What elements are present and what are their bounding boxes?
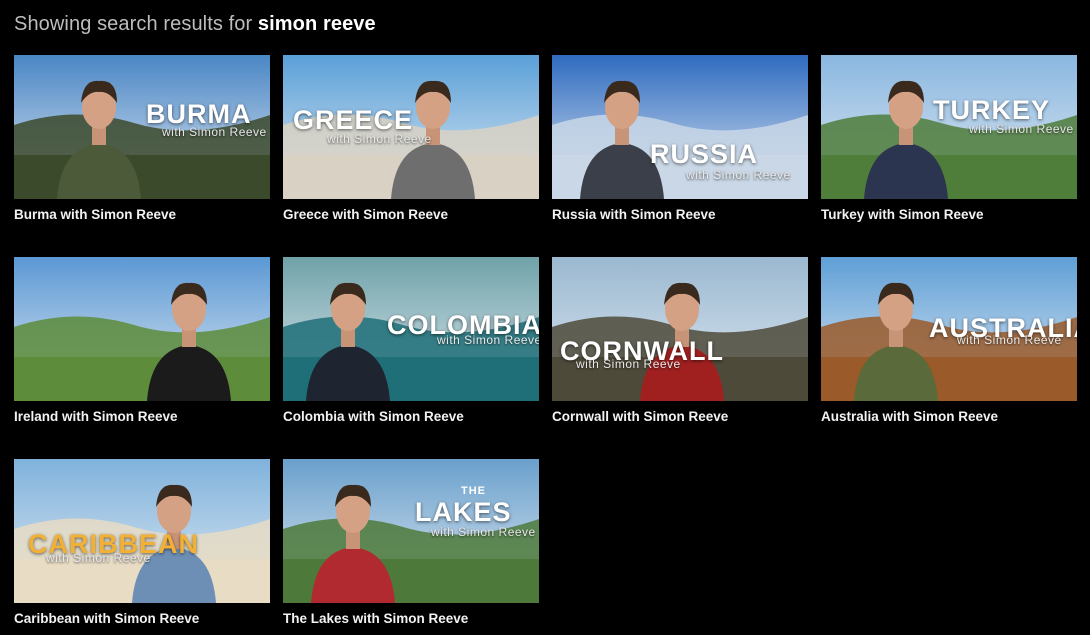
result-thumbnail[interactable]: TURKEY with Simon Reeve — [821, 55, 1077, 199]
result-card[interactable]: CORNWALL with Simon Reeve Cornwall with Si… — [552, 257, 808, 433]
results-grid: BURMA with Simon Reeve Burma with Simon Re… — [14, 55, 1078, 635]
result-card[interactable]: GREECE with Simon Reeve Greece with Simon … — [283, 55, 539, 231]
heading-prefix: Showing search results for — [14, 13, 258, 35]
result-title[interactable]: Greece with Simon Reeve — [283, 207, 539, 222]
thumbnail-overlay-title: BURMA — [146, 99, 252, 129]
thumbnail-overlay-subtitle: with Simon Reeve — [437, 333, 539, 347]
result-title[interactable]: Cornwall with Simon Reeve — [552, 409, 808, 424]
result-thumbnail[interactable]: CARIBBEAN with Simon Reeve — [14, 459, 270, 603]
thumbnail-overlay-subtitle: with Simon Reeve — [431, 525, 536, 539]
thumbnail-overlay-subtitle: with Simon Reeve — [327, 132, 432, 146]
result-title[interactable]: Russia with Simon Reeve — [552, 207, 808, 222]
thumbnail-image — [14, 257, 270, 401]
result-thumbnail[interactable]: RUSSIA with Simon Reeve — [552, 55, 808, 199]
result-title[interactable]: Australia with Simon Reeve — [821, 409, 1077, 424]
result-thumbnail[interactable] — [14, 257, 270, 401]
search-results-page: Showing search results for simon reeve B… — [0, 0, 1090, 635]
thumbnail-overlay-subtitle: with Simon Reeve — [162, 125, 267, 139]
thumbnail-overlay-title: RUSSIA — [650, 139, 759, 169]
thumbnail-overlay-title: TURKEY — [933, 95, 1051, 125]
result-card[interactable]: COLOMBIA with Simon Reeve Colombia with Si… — [283, 257, 539, 433]
result-thumbnail[interactable]: AUSTRALIAwith Simon Reeve — [821, 257, 1077, 401]
result-card[interactable]: RUSSIA with Simon Reeve Russia with Simon … — [552, 55, 808, 231]
result-title[interactable]: Ireland with Simon Reeve — [14, 409, 270, 424]
result-card[interactable]: BURMA with Simon Reeve Burma with Simon Re… — [14, 55, 270, 231]
result-card[interactable]: THE LAKES with Simon Reeve The Lakes with S… — [283, 459, 539, 635]
thumbnail-overlay-subtitle: with Simon Reeve — [957, 333, 1062, 347]
thumbnail-image — [552, 257, 808, 401]
result-title[interactable]: Turkey with Simon Reeve — [821, 207, 1077, 222]
result-thumbnail[interactable]: CORNWALL with Simon Reeve — [552, 257, 808, 401]
result-thumbnail[interactable]: GREECE with Simon Reeve — [283, 55, 539, 199]
result-title[interactable]: Colombia with Simon Reeve — [283, 409, 539, 424]
thumbnail-overlay-subtitle: with Simon Reeve — [969, 122, 1074, 136]
result-thumbnail[interactable]: COLOMBIA with Simon Reeve — [283, 257, 539, 401]
result-card[interactable]: CARIBBEAN with Simon Reeve Caribbean with … — [14, 459, 270, 635]
result-title[interactable]: The Lakes with Simon Reeve — [283, 611, 539, 626]
result-card[interactable]: Ireland with Simon Reeve — [14, 257, 270, 433]
result-thumbnail[interactable]: THE LAKES with Simon Reeve — [283, 459, 539, 603]
thumbnail-overlay-prefix: THE — [461, 485, 486, 497]
result-title[interactable]: Caribbean with Simon Reeve — [14, 611, 270, 626]
result-card[interactable]: TURKEY with Simon Reeve Turkey with Simon … — [821, 55, 1077, 231]
thumbnail-overlay-subtitle: with Simon Reeve — [46, 551, 151, 565]
search-query: simon reeve — [257, 13, 376, 35]
search-results-heading: Showing search results for simon reeve — [14, 13, 376, 36]
result-title[interactable]: Burma with Simon Reeve — [14, 207, 270, 222]
result-thumbnail[interactable]: BURMA with Simon Reeve — [14, 55, 270, 199]
thumbnail-overlay-subtitle: with Simon Reeve — [686, 168, 791, 182]
result-card[interactable]: AUSTRALIAwith Simon Reeve Australia with … — [821, 257, 1077, 433]
thumbnail-overlay-title: GREECE — [293, 105, 414, 135]
thumbnail-overlay-title: LAKES — [415, 497, 512, 527]
thumbnail-overlay-subtitle: with Simon Reeve — [576, 357, 681, 371]
